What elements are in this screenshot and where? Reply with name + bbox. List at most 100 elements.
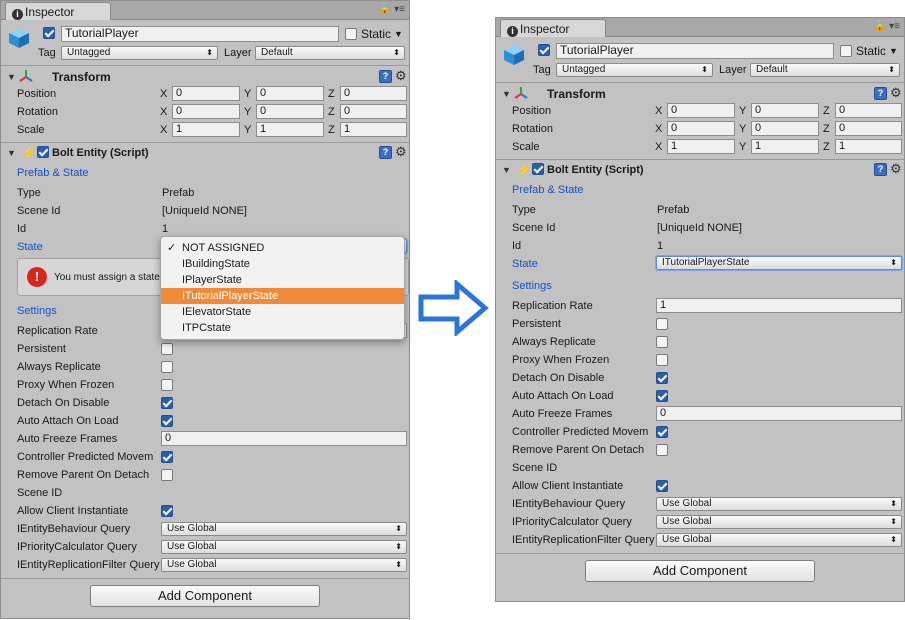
active-checkbox[interactable] [43, 27, 55, 39]
scale-label: Scale [17, 124, 45, 136]
help-icon[interactable]: ? [874, 163, 887, 176]
remove-parent-checkbox[interactable] [161, 469, 173, 481]
gear-icon[interactable]: ⚙ [890, 162, 902, 175]
position-z-field[interactable]: 0 [835, 103, 902, 118]
controller-predicted-checkbox[interactable] [161, 451, 173, 463]
position-y-field[interactable]: 0 [256, 86, 324, 101]
bolt-enabled-checkbox[interactable] [37, 146, 49, 158]
auto-attach-checkbox[interactable] [656, 390, 668, 402]
rotation-x-field[interactable]: 0 [667, 121, 735, 136]
bolt-foldout-icon[interactable]: ▼ [502, 165, 511, 175]
tab-controls[interactable]: 🔒 ▾≡ [874, 21, 900, 32]
menu-item-ibuildingstate[interactable]: IBuildingState [161, 256, 404, 272]
persistent-checkbox[interactable] [161, 343, 173, 355]
active-checkbox[interactable] [538, 44, 550, 56]
replication-rate-field[interactable]: 1 [656, 298, 902, 313]
replication-filter-dropdown[interactable]: Use Global ⬍ [656, 533, 902, 547]
help-icon[interactable]: ? [874, 87, 887, 100]
settings-header: Settings [512, 280, 552, 292]
transform-foldout-icon[interactable]: ▼ [502, 89, 511, 99]
lock-icon[interactable]: 🔒 [379, 4, 391, 15]
position-x-field[interactable]: 0 [172, 86, 240, 101]
position-x-field[interactable]: 0 [667, 103, 735, 118]
persistent-label: Persistent [512, 318, 561, 330]
replication-rate-label: Replication Rate [512, 300, 593, 312]
tag-label: Tag [38, 47, 56, 59]
rotation-y-field[interactable]: 0 [256, 104, 324, 119]
proxy-when-frozen-checkbox[interactable] [656, 354, 668, 366]
gear-icon[interactable]: ⚙ [890, 86, 902, 99]
lock-icon[interactable]: 🔒 [874, 21, 886, 32]
replication-filter-label: IEntityReplicationFilter Query [512, 534, 655, 546]
auto-freeze-field[interactable]: 0 [161, 431, 407, 446]
help-icon[interactable]: ? [379, 146, 392, 159]
behaviour-query-dropdown[interactable]: Use Global ⬍ [656, 497, 902, 511]
rotation-y-field[interactable]: 0 [751, 121, 819, 136]
menu-item-iplayerstate[interactable]: IPlayerState [161, 272, 404, 288]
axis-y-label: Y [739, 141, 747, 153]
tab-inspector[interactable]: i Inspector [5, 2, 111, 20]
state-dropdown[interactable]: ITutorialPlayerState ⬍ [656, 256, 902, 270]
object-name-field[interactable]: TutorialPlayer [556, 43, 834, 59]
tag-dropdown[interactable]: Untagged ⬍ [61, 46, 218, 60]
allow-client-checkbox[interactable] [161, 505, 173, 517]
gear-icon[interactable]: ⚙ [395, 145, 407, 158]
menu-icon[interactable]: ▾≡ [394, 4, 405, 15]
add-component-button[interactable]: Add Component [585, 560, 815, 582]
menu-item-itutorialplayerstate[interactable]: ITutorialPlayerState [161, 288, 404, 304]
replication-filter-dropdown[interactable]: Use Global ⬍ [161, 558, 407, 572]
transform-foldout-icon[interactable]: ▼ [7, 72, 16, 82]
menu-item-ielevatorstate[interactable]: IElevatorState [161, 304, 404, 320]
layer-dropdown[interactable]: Default ⬍ [750, 63, 900, 77]
static-checkbox[interactable] [840, 45, 852, 57]
menu-item-itpcstate[interactable]: ITPCstate [161, 320, 404, 336]
bolt-foldout-icon[interactable]: ▼ [7, 148, 16, 158]
behaviour-query-dropdown[interactable]: Use Global ⬍ [161, 522, 407, 536]
tab-inspector[interactable]: i Inspector [500, 19, 606, 37]
always-replicate-checkbox[interactable] [656, 336, 668, 348]
scale-x-field[interactable]: 1 [667, 139, 735, 154]
add-component-button[interactable]: Add Component [90, 585, 320, 607]
rotation-x-field[interactable]: 0 [172, 104, 240, 119]
priority-query-dropdown[interactable]: Use Global ⬍ [161, 540, 407, 554]
divider [496, 553, 904, 554]
scale-x-field[interactable]: 1 [172, 122, 240, 137]
remove-parent-checkbox[interactable] [656, 444, 668, 456]
menu-icon[interactable]: ▾≡ [889, 21, 900, 32]
tag-dropdown[interactable]: Untagged ⬍ [556, 63, 713, 77]
menu-item-not-assigned[interactable]: ✓ NOT ASSIGNED [161, 240, 404, 256]
axis-x-label: X [655, 123, 663, 135]
behaviour-query-label: IEntityBehaviour Query [512, 498, 626, 510]
auto-freeze-field[interactable]: 0 [656, 406, 902, 421]
rotation-z-field[interactable]: 0 [835, 121, 902, 136]
detach-on-disable-checkbox[interactable] [656, 372, 668, 384]
allow-client-checkbox[interactable] [656, 480, 668, 492]
static-dropdown-arrow[interactable]: ▼ [889, 44, 898, 58]
auto-attach-checkbox[interactable] [161, 415, 173, 427]
persistent-checkbox[interactable] [656, 318, 668, 330]
scale-y-field[interactable]: 1 [751, 139, 819, 154]
always-replicate-label: Always Replicate [17, 361, 101, 373]
gear-icon[interactable]: ⚙ [395, 69, 407, 82]
rotation-z-field[interactable]: 0 [340, 104, 407, 119]
scale-y-field[interactable]: 1 [256, 122, 324, 137]
always-replicate-checkbox[interactable] [161, 361, 173, 373]
bolt-enabled-checkbox[interactable] [532, 163, 544, 175]
object-name-field[interactable]: TutorialPlayer [61, 26, 339, 42]
help-icon[interactable]: ? [379, 70, 392, 83]
tab-controls[interactable]: 🔒 ▾≡ [379, 4, 405, 15]
state-dropdown-menu[interactable]: ✓ NOT ASSIGNED IBuildingState IPlayerStat… [160, 236, 405, 340]
position-y-field[interactable]: 0 [751, 103, 819, 118]
static-checkbox[interactable] [345, 28, 357, 40]
proxy-when-frozen-checkbox[interactable] [161, 379, 173, 391]
persistent-label: Persistent [17, 343, 66, 355]
scale-z-field[interactable]: 1 [340, 122, 407, 137]
priority-query-dropdown[interactable]: Use Global ⬍ [656, 515, 902, 529]
detach-on-disable-checkbox[interactable] [161, 397, 173, 409]
layer-dropdown[interactable]: Default ⬍ [255, 46, 405, 60]
static-dropdown-arrow[interactable]: ▼ [394, 27, 403, 41]
remove-parent-label: Remove Parent On Detach [512, 444, 645, 456]
position-z-field[interactable]: 0 [340, 86, 407, 101]
controller-predicted-checkbox[interactable] [656, 426, 668, 438]
scale-z-field[interactable]: 1 [835, 139, 902, 154]
